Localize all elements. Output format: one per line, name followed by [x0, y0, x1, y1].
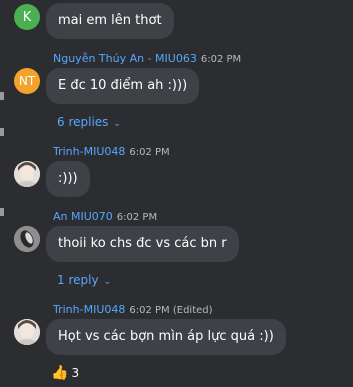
thumbs-up-icon: 👍 — [51, 365, 69, 381]
message-bubble[interactable]: :))) — [46, 161, 90, 197]
user-photo-icon — [14, 319, 40, 345]
message-header: Trinh-MIU048 6:02 PM — [53, 145, 170, 158]
chat-thread: K mai em lên thơt Nguyễn Thúy An - MIU06… — [0, 0, 353, 387]
replies-link[interactable]: 6 replies ⌄ — [57, 115, 121, 129]
chevron-down-icon: ⌄ — [103, 277, 112, 287]
replies-count: 1 reply — [57, 273, 99, 287]
sender-name[interactable]: Trinh-MIU048 — [53, 145, 125, 158]
message-text: E đc 10 điểm ah :))) — [58, 78, 188, 93]
sender-name[interactable]: Trinh-MIU048 — [53, 303, 125, 316]
reaction-count: 3 — [71, 366, 80, 380]
timestamp: 6:02 PM (Edited) — [129, 305, 213, 316]
avatar-initial: K — [22, 9, 32, 25]
avatar[interactable] — [14, 226, 40, 252]
sender-name[interactable]: Nguyễn Thúy An - MIU063 — [53, 52, 197, 65]
message-text: thoii ko chs đc vs các bn r — [58, 236, 227, 251]
chevron-down-icon: ⌄ — [113, 119, 121, 129]
message-text: Họt vs các bợn mìn áp lực quá :)) — [58, 329, 274, 344]
timestamp: 6:02 PM — [129, 147, 170, 158]
message-text: mai em lên thơt — [58, 13, 162, 28]
edge-fragment — [0, 208, 4, 216]
avatar[interactable] — [14, 319, 40, 345]
message-header: Trinh-MIU048 6:02 PM (Edited) — [53, 303, 213, 316]
message-bubble[interactable]: E đc 10 điểm ah :))) — [46, 68, 200, 104]
message-bubble[interactable]: Họt vs các bợn mìn áp lực quá :)) — [46, 319, 286, 355]
avatar[interactable]: K — [14, 4, 40, 30]
message-bubble[interactable]: thoii ko chs đc vs các bn r — [46, 226, 239, 262]
edge-fragment — [0, 92, 4, 100]
user-photo-icon — [14, 161, 40, 187]
edge-fragment — [0, 128, 4, 136]
replies-link[interactable]: 1 reply ⌄ — [57, 273, 111, 287]
sender-name[interactable]: An MIU070 — [53, 210, 113, 223]
replies-count: 6 replies — [57, 115, 109, 129]
timestamp: 6:02 PM — [200, 54, 242, 65]
avatar[interactable] — [14, 161, 40, 187]
message-bubble[interactable]: mai em lên thơt — [46, 3, 174, 39]
user-photo-icon — [14, 226, 40, 252]
message-header: An MIU070 6:02 PM — [53, 210, 157, 223]
avatar[interactable]: NT — [14, 68, 40, 94]
avatar-initials: NT — [18, 74, 36, 88]
message-header: Nguyễn Thúy An - MIU063 6:02 PM — [53, 52, 241, 65]
reaction-chip[interactable]: 👍 3 — [51, 363, 79, 383]
timestamp: 6:02 PM — [116, 212, 158, 223]
message-text: :))) — [58, 171, 78, 186]
